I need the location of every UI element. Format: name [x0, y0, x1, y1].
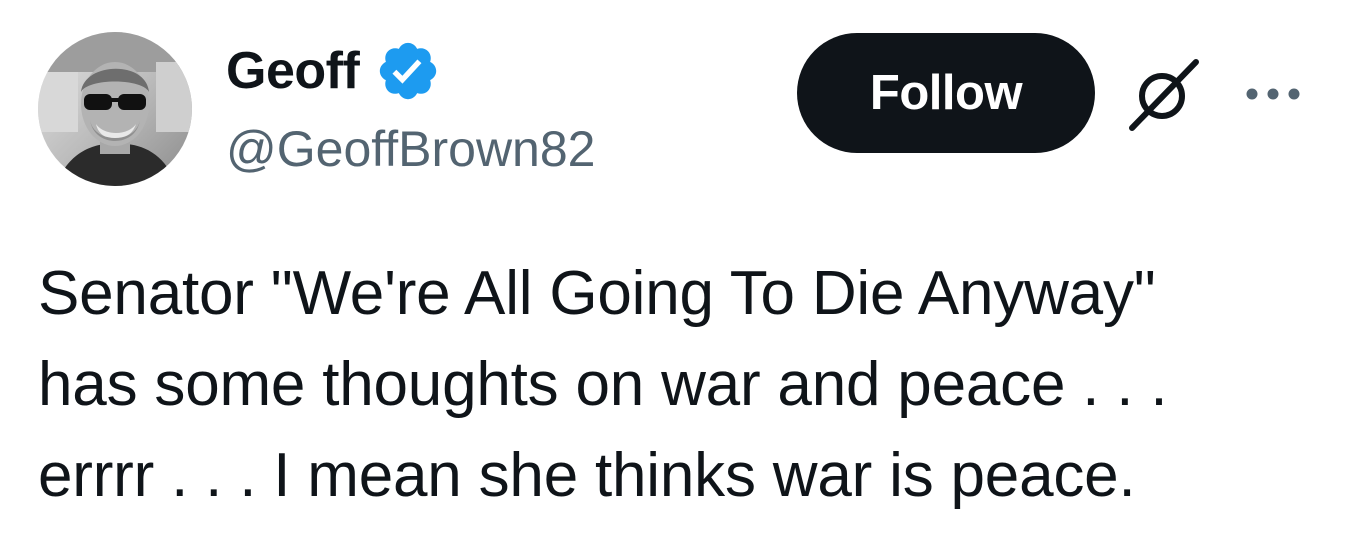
more-horizontal-icon[interactable] [1240, 76, 1306, 112]
verified-badge-icon[interactable] [375, 38, 441, 104]
tweet-text-line: errrr . . . I mean she thinks war is pea… [38, 441, 1136, 510]
user-handle[interactable]: @GeoffBrown82 [226, 116, 595, 182]
follow-button[interactable]: Follow [797, 33, 1095, 153]
grok-slash-icon[interactable] [1122, 52, 1206, 136]
avatar-photo [38, 32, 192, 186]
display-name-row: Geoff [226, 38, 441, 104]
tweet-card: Geoff @GeoffBrown82 Follow Senator "We'r… [0, 0, 1354, 542]
tweet-text-line: has some thoughts on war and peace . . . [38, 350, 1168, 419]
tweet-text-line: Senator "We're All Going To Die Anyway" [38, 259, 1156, 328]
tweet-text: Senator "We're All Going To Die Anyway" … [38, 248, 1328, 521]
display-name[interactable]: Geoff [226, 38, 360, 104]
avatar[interactable] [38, 32, 192, 186]
